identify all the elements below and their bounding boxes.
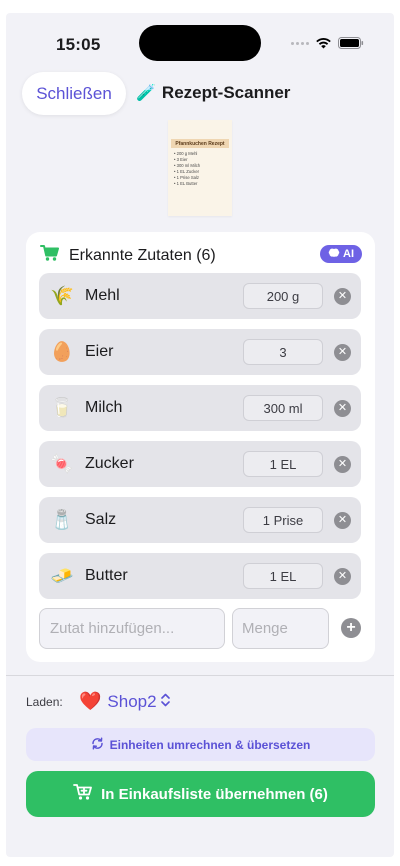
remove-icon[interactable]: ✕ xyxy=(334,288,351,305)
signal-icon xyxy=(291,41,309,45)
cart-icon xyxy=(40,244,60,267)
status-time: 15:05 xyxy=(56,35,101,54)
brain-icon xyxy=(328,248,340,261)
store-picker[interactable]: Shop2 xyxy=(107,692,156,712)
ingredient-name[interactable]: Milch xyxy=(85,399,122,417)
chevron-up-down-icon[interactable] xyxy=(160,693,170,710)
quantity-field[interactable]: 1 EL xyxy=(243,451,323,477)
ingredient-row: 🍬 Zucker 1 EL ✕ xyxy=(39,441,361,487)
add-plus-icon[interactable]: + xyxy=(341,618,361,638)
convert-units-button[interactable]: Einheiten umrechnen & übersetzen xyxy=(26,728,375,761)
recipe-thumbnail-title: Pfannkuchen Rezept xyxy=(171,139,229,148)
milk-glass-icon: 🥛 xyxy=(50,398,74,419)
remove-icon[interactable]: ✕ xyxy=(334,400,351,417)
quantity-field[interactable]: 1 EL xyxy=(243,563,323,589)
ingredient-row: 🌾 Mehl 200 g ✕ xyxy=(39,273,361,319)
add-quantity-input[interactable]: Menge xyxy=(232,608,329,649)
remove-icon[interactable]: ✕ xyxy=(334,512,351,529)
test-tube-icon: 🧪 xyxy=(136,85,156,102)
store-selector: Laden: ❤️ Shop2 xyxy=(26,691,170,712)
store-label: Laden: xyxy=(26,694,63,709)
ingredient-name[interactable]: Eier xyxy=(85,343,113,361)
quantity-field[interactable]: 1 Prise xyxy=(243,507,323,533)
quantity-field[interactable]: 200 g xyxy=(243,283,323,309)
ingredients-title: Erkannte Zutaten (6) xyxy=(69,246,216,264)
quantity-field[interactable]: 300 ml xyxy=(243,395,323,421)
salt-shaker-icon: 🧂 xyxy=(50,510,74,531)
recipe-thumbnail[interactable]: Pfannkuchen Rezept • 200 g Mehl • 3 Eier… xyxy=(168,120,232,216)
status-indicators xyxy=(291,37,364,49)
remove-icon[interactable]: ✕ xyxy=(334,456,351,473)
butter-icon: 🧈 xyxy=(50,566,74,587)
remove-icon[interactable]: ✕ xyxy=(334,344,351,361)
recipe-thumbnail-lines: • 200 g Mehl • 3 Eier • 300 ml Milch • 1… xyxy=(174,151,232,187)
recipe-line: • 1 EL Butter xyxy=(174,181,198,186)
candy-icon: 🍬 xyxy=(50,454,74,475)
ingredients-card: Erkannte Zutaten (6) AI 🌾 Mehl 200 g ✕ 🥚… xyxy=(26,232,375,662)
remove-icon[interactable]: ✕ xyxy=(334,568,351,585)
divider xyxy=(6,675,394,676)
ingredient-name[interactable]: Salz xyxy=(85,511,116,529)
add-to-shopping-list-label: In Einkaufsliste übernehmen (6) xyxy=(101,785,328,803)
page-title: 🧪 Rezept-Scanner xyxy=(136,83,290,103)
ingredients-card-header: Erkannte Zutaten (6) xyxy=(40,244,216,267)
ingredient-name[interactable]: Butter xyxy=(85,567,128,585)
wheat-icon: 🌾 xyxy=(50,286,74,307)
app-screen: 15:05 Schließen 🧪 Rezept-Scanner Pfannku… xyxy=(6,13,394,857)
ingredient-row: 🧂 Salz 1 Prise ✕ xyxy=(39,497,361,543)
ingredient-row: 🥚 Eier 3 ✕ xyxy=(39,329,361,375)
ingredient-row: 🧈 Butter 1 EL ✕ xyxy=(39,553,361,599)
add-ingredient-row: Zutat hinzufügen... Menge + xyxy=(39,608,361,649)
ingredient-row: 🥛 Milch 300 ml ✕ xyxy=(39,385,361,431)
ingredient-name[interactable]: Mehl xyxy=(85,287,120,305)
egg-icon: 🥚 xyxy=(50,342,74,363)
quantity-field[interactable]: 3 xyxy=(243,339,323,365)
battery-icon xyxy=(338,37,364,49)
dynamic-island xyxy=(139,25,261,61)
add-ingredient-input[interactable]: Zutat hinzufügen... xyxy=(39,608,225,649)
ingredient-name[interactable]: Zucker xyxy=(85,455,134,473)
close-button[interactable]: Schließen xyxy=(22,72,126,115)
add-to-shopping-list-button[interactable]: In Einkaufsliste übernehmen (6) xyxy=(26,771,375,817)
ai-badge-label: AI xyxy=(343,248,354,260)
ingredient-list: 🌾 Mehl 200 g ✕ 🥚 Eier 3 ✕ 🥛 Milch 300 ml… xyxy=(39,273,361,609)
heart-icon: ❤️ xyxy=(79,691,102,711)
page-title-text: Rezept-Scanner xyxy=(161,83,291,102)
ai-badge: AI xyxy=(320,245,362,263)
cart-plus-icon xyxy=(73,783,93,805)
refresh-icon xyxy=(91,736,104,753)
convert-units-label: Einheiten umrechnen & übersetzen xyxy=(109,737,311,752)
wifi-icon xyxy=(315,37,332,49)
